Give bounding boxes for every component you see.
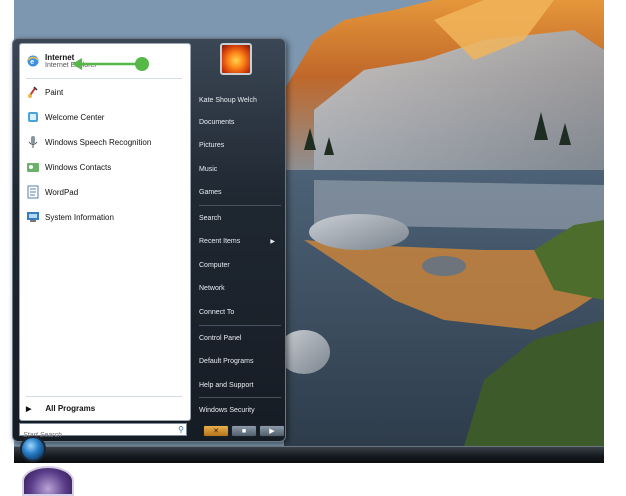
place-label: Control Panel — [199, 334, 242, 342]
place-pictures[interactable]: Pictures — [199, 136, 281, 154]
paint-icon — [26, 85, 40, 99]
microphone-icon — [26, 135, 40, 149]
wordpad-icon — [26, 185, 40, 199]
place-search[interactable]: Search — [199, 209, 281, 227]
place-help-and-support[interactable]: Help and Support — [199, 376, 281, 394]
power-button[interactable]: ✕ — [203, 425, 229, 437]
menu-separator — [199, 205, 281, 206]
shutdown-options-button[interactable]: ▶ — [259, 425, 285, 437]
program-item-welcome-center[interactable]: Welcome Center — [26, 107, 104, 127]
program-item-label: Welcome Center — [45, 112, 105, 122]
all-programs-label: All Programs — [45, 404, 96, 413]
place-label: Documents — [199, 118, 235, 126]
program-item-label: Paint — [45, 87, 64, 97]
program-item-system-information[interactable]: System Information — [26, 207, 114, 227]
place-user-folder[interactable]: Kate Shoup Welch — [199, 91, 281, 109]
program-item-paint[interactable]: Paint — [26, 82, 63, 102]
place-windows-security[interactable]: Windows Security — [199, 401, 281, 419]
start-menu-places-pane: Kate Shoup Welch Documents Pictures Musi… — [195, 39, 285, 441]
lock-button[interactable]: ■ — [231, 425, 257, 437]
lock-icon: ■ — [241, 427, 247, 435]
place-connect-to[interactable]: Connect To — [199, 303, 281, 321]
place-network[interactable]: Network — [199, 279, 281, 297]
start-menu-programs-pane: e Internet Internet Explorer Paint Welco… — [19, 43, 191, 421]
place-label: Pictures — [199, 141, 225, 149]
place-label: Network — [199, 284, 225, 292]
place-label: Music — [199, 165, 218, 173]
power-icon: ✕ — [213, 428, 219, 435]
place-default-programs[interactable]: Default Programs — [199, 352, 281, 370]
place-label: Search — [199, 214, 222, 222]
program-item-label: Windows Contacts — [45, 162, 112, 172]
place-label: Kate Shoup Welch — [199, 96, 257, 104]
system-information-icon — [26, 210, 40, 224]
place-label: Connect To — [199, 308, 235, 316]
program-item-label: Windows Speech Recognition — [45, 137, 152, 147]
program-item-label: System Information — [45, 212, 114, 222]
place-computer[interactable]: Computer — [199, 256, 281, 274]
arrow-right-icon: ▶ — [26, 405, 32, 413]
search-icon[interactable]: ⚲ — [178, 425, 184, 434]
program-item-label: WordPad — [45, 187, 79, 197]
power-controls: ✕ ■ ▶ — [203, 425, 287, 437]
place-label: Windows Security — [199, 406, 255, 414]
place-label: Default Programs — [199, 357, 254, 365]
program-item-wordpad[interactable]: WordPad — [26, 182, 78, 202]
program-item-contacts[interactable]: Windows Contacts — [26, 157, 111, 177]
start-menu: e Internet Internet Explorer Paint Welco… — [12, 38, 286, 442]
taskbar — [14, 446, 604, 463]
start-search-box[interactable]: ⚲ — [19, 423, 187, 441]
place-label: Help and Support — [199, 381, 254, 389]
annotation-arrow — [72, 57, 149, 71]
menu-separator — [199, 325, 281, 326]
arrow-right-icon: ▶ — [270, 238, 275, 245]
place-music[interactable]: Music — [199, 160, 281, 178]
all-programs-button[interactable]: ▶ All Programs — [26, 404, 95, 413]
menu-separator — [26, 78, 182, 79]
place-control-panel[interactable]: Control Panel — [199, 329, 281, 347]
menu-separator — [26, 396, 182, 397]
place-label: Games — [199, 188, 222, 196]
contacts-icon — [26, 160, 40, 174]
svg-text:e: e — [30, 59, 34, 66]
arrow-right-icon: ▶ — [269, 428, 275, 435]
program-item-speech-recognition[interactable]: Windows Speech Recognition — [26, 132, 151, 152]
place-recent-items[interactable]: Recent Items ▶ — [199, 232, 281, 250]
start-button[interactable] — [20, 436, 46, 462]
menu-separator — [199, 397, 281, 398]
place-label: Computer — [199, 261, 230, 269]
place-games[interactable]: Games — [199, 183, 281, 201]
place-label: Recent Items — [199, 237, 241, 245]
step-marker-icon — [22, 466, 74, 496]
internet-explorer-icon: e — [26, 54, 40, 68]
welcome-center-icon — [26, 110, 40, 124]
place-documents[interactable]: Documents — [199, 113, 281, 131]
